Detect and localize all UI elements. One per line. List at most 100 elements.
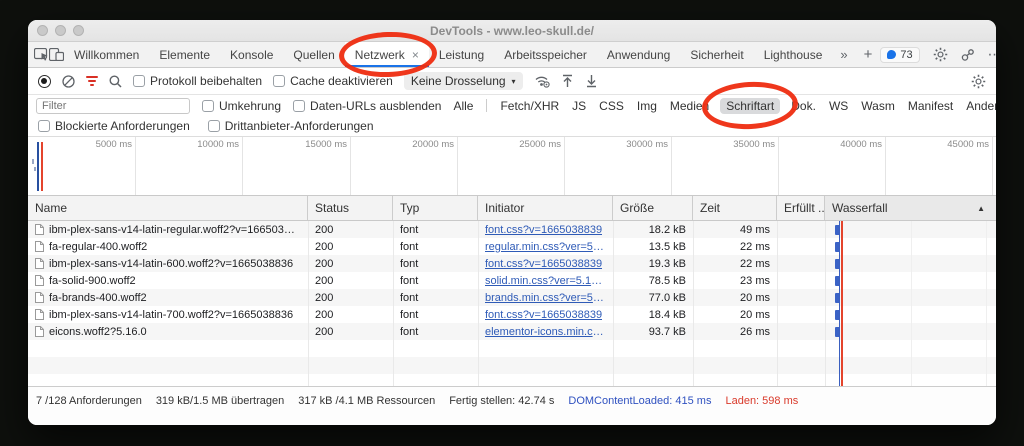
status-cell: 200 <box>308 255 393 272</box>
tab-arbeitsspeicher[interactable]: Arbeitsspeicher <box>494 42 597 67</box>
resource-type-filters: Alle Fetch/XHR JS CSS Img Medien Schrift… <box>453 99 996 113</box>
minimize-window-button[interactable] <box>55 25 66 36</box>
tab-sicherheit[interactable]: Sicherheit <box>680 42 753 67</box>
column-divider[interactable] <box>613 221 614 386</box>
initiator-link[interactable]: brands.min.css?ver=5.15.3 <box>485 292 606 304</box>
size-cell: 77.0 kB <box>613 289 693 306</box>
zoom-window-button[interactable] <box>73 25 84 36</box>
tab-netzwerk[interactable]: Netzwerk × <box>345 42 429 67</box>
clear-network-log-icon[interactable] <box>62 75 75 88</box>
request-row[interactable]: fa-regular-400.woff2 200 font regular.mi… <box>28 238 996 255</box>
title-bar[interactable]: DevTools - www.leo-skull.de/ <box>28 20 996 42</box>
third-party-label: Drittanbieter-Anforderungen <box>225 119 374 133</box>
record-network-log-button[interactable] <box>38 75 51 88</box>
filter-type-manifest[interactable]: Manifest <box>908 99 953 113</box>
more-options-icon[interactable]: ⋯ <box>988 46 996 63</box>
add-tab-icon[interactable]: + <box>856 42 881 67</box>
tab-lighthouse[interactable]: Lighthouse <box>754 42 833 67</box>
request-row[interactable]: ibm-plex-sans-v14-latin-regular.woff2?v=… <box>28 221 996 238</box>
column-header-wasserfall[interactable]: Wasserfall ▲ <box>825 196 996 220</box>
fulfilled-cell <box>777 323 825 340</box>
tab-leistung[interactable]: Leistung <box>429 42 494 67</box>
import-har-icon[interactable] <box>561 74 574 88</box>
time-cell: 23 ms <box>693 272 777 289</box>
device-toolbar-icon[interactable] <box>49 42 64 67</box>
initiator-link[interactable]: font.css?v=1665038839 <box>485 224 602 236</box>
time-cell: 20 ms <box>693 289 777 306</box>
document-icon <box>35 292 44 303</box>
initiator-link[interactable]: solid.min.css?ver=5.15.3 <box>485 275 606 287</box>
column-header-status[interactable]: Status <box>308 196 393 220</box>
domcontentloaded-summary: DOMContentLoaded: 415 ms <box>568 395 711 425</box>
network-status-bar: 7 /128 Anforderungen 319 kB/1.5 MB übert… <box>28 386 996 425</box>
request-row[interactable]: eicons.woff2?5.16.0 200 font elementor-i… <box>28 323 996 340</box>
column-divider[interactable] <box>308 221 309 386</box>
filter-type-schriftart[interactable]: Schriftart <box>720 98 780 114</box>
export-har-icon[interactable] <box>585 74 598 88</box>
checkbox-icon[interactable] <box>273 75 285 87</box>
transferred-summary: 319 kB/1.5 MB übertragen <box>156 395 284 425</box>
column-header-name[interactable]: Name <box>28 196 308 220</box>
tab-quellen[interactable]: Quellen <box>283 42 344 67</box>
request-row[interactable]: ibm-plex-sans-v14-latin-700.woff2?v=1665… <box>28 306 996 323</box>
filter-type-js[interactable]: JS <box>572 99 586 113</box>
checkbox-icon[interactable] <box>38 120 50 132</box>
filter-type-wasm[interactable]: Wasm <box>861 99 895 113</box>
column-divider[interactable] <box>393 221 394 386</box>
column-divider[interactable] <box>478 221 479 386</box>
throttling-select[interactable]: Keine Drosselung ▾ <box>404 72 523 90</box>
network-overview-timeline[interactable]: 5000 ms 10000 ms 15000 ms 20000 ms 25000… <box>28 137 996 196</box>
request-row[interactable]: fa-brands-400.woff2 200 font brands.min.… <box>28 289 996 306</box>
linked-devices-icon[interactable] <box>961 48 975 62</box>
gridline <box>242 137 243 195</box>
checkbox-icon[interactable] <box>293 100 305 112</box>
hide-data-urls-checkbox[interactable]: Daten-URLs ausblenden <box>293 99 441 113</box>
settings-gear-icon[interactable] <box>933 47 948 62</box>
tab-willkommen[interactable]: Willkommen <box>64 42 149 67</box>
initiator-link[interactable]: font.css?v=1665038839 <box>485 309 602 321</box>
filter-type-andere[interactable]: Andere <box>966 99 996 113</box>
more-tabs-chevron-icon[interactable]: » <box>832 42 855 67</box>
filter-type-fetch-xhr[interactable]: Fetch/XHR <box>500 99 559 113</box>
column-divider[interactable] <box>693 221 694 386</box>
column-header-zeit[interactable]: Zeit <box>693 196 777 220</box>
checkbox-icon[interactable] <box>133 75 145 87</box>
blocked-requests-checkbox[interactable]: Blockierte Anforderungen <box>38 119 190 133</box>
third-party-requests-checkbox[interactable]: Drittanbieter-Anforderungen <box>208 119 374 133</box>
column-divider[interactable] <box>777 221 778 386</box>
filter-type-img[interactable]: Img <box>637 99 657 113</box>
column-header-erfuellt[interactable]: Erfüllt ... <box>777 196 825 220</box>
tab-konsole[interactable]: Konsole <box>220 42 283 67</box>
issues-badge[interactable]: 73 <box>880 47 919 63</box>
filter-input[interactable] <box>36 98 190 114</box>
checkbox-icon[interactable] <box>208 120 220 132</box>
filter-type-css[interactable]: CSS <box>599 99 624 113</box>
initiator-link[interactable]: regular.min.css?ver=5.15.3 <box>485 241 606 253</box>
tab-elemente[interactable]: Elemente <box>149 42 220 67</box>
filter-icon[interactable] <box>86 76 98 86</box>
dcl-marker-line <box>37 142 39 191</box>
column-divider[interactable] <box>825 221 826 386</box>
filter-type-alle[interactable]: Alle <box>453 99 473 113</box>
checkbox-icon[interactable] <box>202 100 214 112</box>
network-conditions-icon[interactable] <box>534 74 550 88</box>
column-header-typ[interactable]: Typ <box>393 196 478 220</box>
filter-type-ws[interactable]: WS <box>829 99 848 113</box>
fulfilled-cell <box>777 221 825 238</box>
close-window-button[interactable] <box>37 25 48 36</box>
search-icon[interactable] <box>109 75 122 88</box>
issue-dot-icon <box>887 50 896 59</box>
column-header-groesse[interactable]: Größe <box>613 196 693 220</box>
column-header-initiator[interactable]: Initiator <box>478 196 613 220</box>
tab-anwendung[interactable]: Anwendung <box>597 42 680 67</box>
request-row[interactable]: ibm-plex-sans-v14-latin-600.woff2?v=1665… <box>28 255 996 272</box>
initiator-link[interactable]: elementor-icons.min.css?ver… <box>485 326 606 338</box>
invert-checkbox[interactable]: Umkehrung <box>202 99 281 113</box>
fulfilled-cell <box>777 272 825 289</box>
initiator-link[interactable]: font.css?v=1665038839 <box>485 258 602 270</box>
inspect-element-icon[interactable] <box>34 42 49 67</box>
network-settings-gear-icon[interactable] <box>971 74 986 89</box>
waterfall-gridline <box>911 221 912 386</box>
preserve-log-checkbox[interactable]: Protokoll beibehalten <box>133 74 262 88</box>
request-row[interactable]: fa-solid-900.woff2 200 font solid.min.cs… <box>28 272 996 289</box>
